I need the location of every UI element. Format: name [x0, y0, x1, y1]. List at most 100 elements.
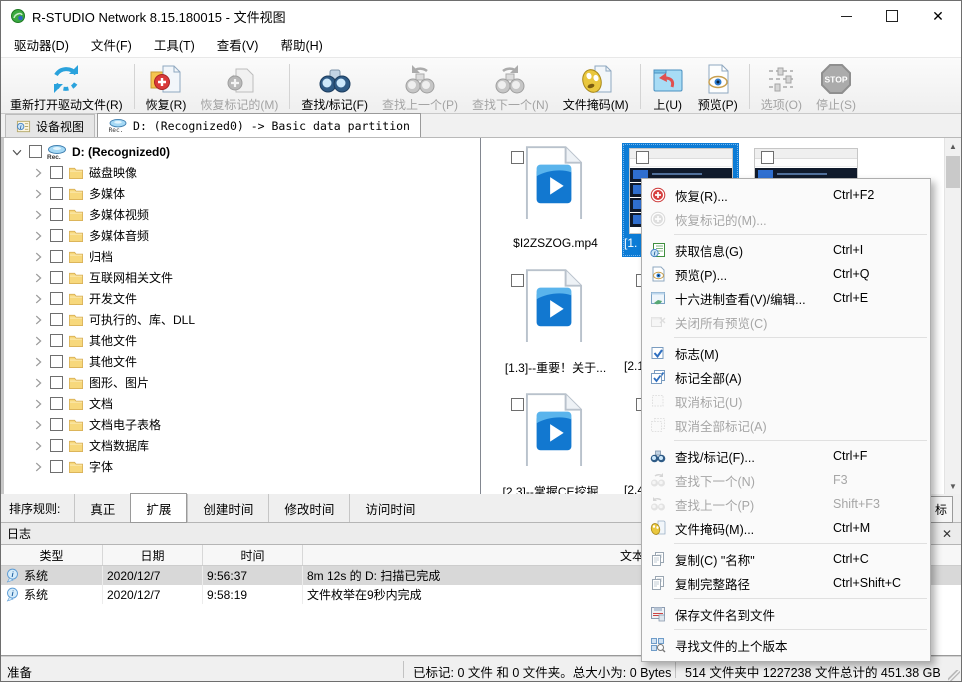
tree-folder-row[interactable]: 字体	[4, 456, 480, 477]
menubar-item-0[interactable]: 驱动器(D)	[3, 33, 80, 55]
tree-folder-row[interactable]: 互联网相关文件	[4, 267, 480, 288]
context-menu-item[interactable]: 取消全部标记(A)	[642, 413, 930, 437]
tree-folder-row[interactable]: 可执行的、库、DLL	[4, 309, 480, 330]
tree-folder-row[interactable]: 多媒体视频	[4, 204, 480, 225]
mark-icon	[650, 345, 666, 361]
tree-folder-checkbox[interactable]	[50, 439, 63, 452]
toolbar-reopen-drive-button[interactable]: 重新打开驱动文件(R)	[3, 60, 130, 113]
recover-marked-gray-icon	[650, 211, 666, 227]
scroll-down-icon[interactable]: ▼	[945, 478, 961, 494]
tree-folder-row[interactable]: 开发文件	[4, 288, 480, 309]
maximize-button[interactable]	[869, 1, 915, 31]
toolbar-recover-button[interactable]: 恢复(R)	[139, 60, 194, 113]
log-column-header[interactable]: 日期	[103, 545, 203, 565]
vertical-scrollbar[interactable]: ▲ ▼	[944, 138, 961, 494]
tree-folder-checkbox[interactable]	[50, 397, 63, 410]
context-menu-item[interactable]: 十六进制查看(V)/编辑...Ctrl+E	[642, 286, 930, 310]
app-logo-icon	[10, 8, 26, 24]
tree-root-row[interactable]: Rec.D: (Recognized0)	[4, 141, 480, 162]
tree-folder-row[interactable]: 文档电子表格	[4, 414, 480, 435]
tree-folder-row[interactable]: 文档	[4, 393, 480, 414]
file-item[interactable]: [1.3]--重要！关于...	[497, 266, 614, 380]
scrollbar-thumb[interactable]	[946, 156, 960, 188]
log-column-header[interactable]: 类型	[1, 545, 103, 565]
context-menu-item[interactable]: 标志(M)	[642, 341, 930, 365]
menubar-item-1[interactable]: 文件(F)	[80, 33, 143, 55]
tree-folder-checkbox[interactable]	[50, 334, 63, 347]
tree-folder-row[interactable]: 多媒体音频	[4, 225, 480, 246]
tree-folder-checkbox[interactable]	[50, 166, 63, 179]
file-checkbox[interactable]	[511, 398, 524, 411]
context-menu-item[interactable]: 复制(C) "名称"Ctrl+C	[642, 547, 930, 571]
context-menu-item[interactable]: i获取信息(G)Ctrl+I	[642, 238, 930, 262]
tree-root-checkbox[interactable]	[29, 145, 42, 158]
file-checkbox[interactable]	[511, 151, 524, 164]
tree-folder-checkbox[interactable]	[50, 355, 63, 368]
unmark-all-icon	[650, 417, 666, 433]
tree-folder-row[interactable]: 文档数据库	[4, 435, 480, 456]
context-menu-item[interactable]: 预览(P)...Ctrl+Q	[642, 262, 930, 286]
toolbar-preview-button[interactable]: 预览(P)	[691, 60, 745, 113]
context-menu-item[interactable]: 查找下一个(N)F3	[642, 468, 930, 492]
file-item[interactable]: $I2ZSZOG.mp4	[497, 143, 614, 257]
sort-tab-0[interactable]: 真正	[74, 494, 130, 522]
toolbar-up-folder-button[interactable]: 上(U)	[645, 60, 691, 113]
view-tab-1[interactable]: Rec. D: (Recognized0) -> Basic data parti…	[97, 113, 421, 137]
toolbar-find-mark-button[interactable]: 查找/标记(F)	[294, 60, 375, 113]
scroll-up-icon[interactable]: ▲	[945, 138, 961, 154]
minimize-button[interactable]	[823, 1, 869, 31]
file-item[interactable]: [2.3]--掌握CE挖掘...	[497, 390, 614, 494]
toolbar-stop-button: STOP停止(S)	[809, 60, 863, 113]
context-menu-item[interactable]: 文件掩码(M)...Ctrl+M	[642, 516, 930, 540]
menu-bar: 驱动器(D)文件(F) 工具(T) 查看(V)帮助(H)	[1, 31, 961, 58]
context-menu-shortcut: Ctrl+C	[833, 552, 921, 566]
reopen-drive-icon	[50, 63, 82, 95]
tree-folder-row[interactable]: 磁盘映像	[4, 162, 480, 183]
context-menu-item[interactable]: 恢复(R)...Ctrl+F2	[642, 183, 930, 207]
resize-grip[interactable]	[948, 670, 960, 682]
context-menu-item[interactable]: 标记全部(A)	[642, 365, 930, 389]
context-menu-item[interactable]: 保存文件名到文件	[642, 602, 930, 626]
tree-folder-checkbox[interactable]	[50, 313, 63, 326]
tree-folder-checkbox[interactable]	[50, 376, 63, 389]
tree-folder-checkbox[interactable]	[50, 229, 63, 242]
tree-folder-checkbox[interactable]	[50, 271, 63, 284]
view-tab-label: D: (Recognized0) -> Basic data partition	[133, 119, 410, 133]
context-menu-item[interactable]: 查找/标记(F)...Ctrl+F	[642, 444, 930, 468]
tree-folder-row[interactable]: 其他文件	[4, 351, 480, 372]
file-checkbox[interactable]	[511, 274, 524, 287]
view-tab-0[interactable]: i设备视图	[5, 114, 95, 137]
sort-tab-4[interactable]: 访问时间	[349, 494, 430, 522]
tree-folder-checkbox[interactable]	[50, 418, 63, 431]
tree-folder-checkbox[interactable]	[50, 250, 63, 263]
sort-tab-partial[interactable]: 标	[929, 496, 953, 523]
tree-folder-row[interactable]: 归档	[4, 246, 480, 267]
tree-folder-row[interactable]: 图形、图片	[4, 372, 480, 393]
close-button[interactable]: ✕	[915, 1, 961, 31]
sort-tab-2[interactable]: 创建时间	[187, 494, 268, 522]
context-menu-item[interactable]: 关闭所有预览(C)	[642, 310, 930, 334]
context-menu-item[interactable]: 复制完整路径Ctrl+Shift+C	[642, 571, 930, 595]
menubar-item-4[interactable]: 帮助(H)	[269, 33, 333, 55]
menubar-item-2[interactable]: 工具(T)	[143, 33, 206, 55]
sort-tab-3[interactable]: 修改时间	[268, 494, 349, 522]
tree-folder-checkbox[interactable]	[50, 208, 63, 221]
context-menu-item[interactable]: 查找上一个(P)Shift+F3	[642, 492, 930, 516]
menubar-item-label: 工具(T)	[154, 35, 195, 54]
context-menu-item[interactable]: 取消标记(U)	[642, 389, 930, 413]
log-column-header[interactable]: 时间	[203, 545, 303, 565]
toolbar-file-mask-button[interactable]: 文件掩码(M)	[556, 60, 636, 113]
context-menu-item[interactable]: 寻找文件的上个版本	[642, 633, 930, 657]
tree-folder-row[interactable]: 多媒体	[4, 183, 480, 204]
context-menu-item[interactable]: 恢复标记的(M)...	[642, 207, 930, 231]
log-close-icon[interactable]: ✕	[939, 526, 955, 542]
tree-folder-row[interactable]: 其他文件	[4, 330, 480, 351]
file-checkbox[interactable]	[636, 151, 649, 164]
menubar-item-3[interactable]: 查看(V)	[206, 33, 270, 55]
rec-partition-icon: Rec.	[108, 118, 128, 133]
file-checkbox[interactable]	[761, 151, 774, 164]
tree-folder-checkbox[interactable]	[50, 292, 63, 305]
sort-tab-1[interactable]: 扩展	[130, 493, 187, 523]
tree-folder-checkbox[interactable]	[50, 187, 63, 200]
tree-folder-checkbox[interactable]	[50, 460, 63, 473]
